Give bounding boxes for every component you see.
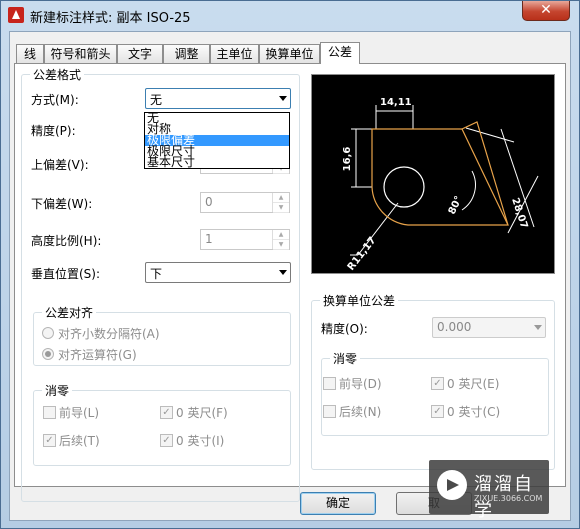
leading-checkbox[interactable] [43,406,56,419]
tolerance-format-legend: 公差格式 [33,68,82,82]
dialog-window: 新建标注样式: 副本 ISO-25 ✕ 线 符号和箭头 文字 调整 主单位 换算… [0,0,580,529]
tolerance-alignment-legend: 公差对齐 [45,306,94,320]
align-decimal-label: 对齐小数分隔符(A) [58,327,160,341]
lower-deviation-label: 下偏差(W): [31,197,93,211]
align-operator-label: 对齐运算符(G) [58,348,137,362]
vertical-position-value: 下 [150,267,163,281]
zero-suppression-legend: 消零 [45,384,70,398]
tab-primary-units[interactable]: 主单位 [210,44,259,63]
alt-inches-label: 0 英寸(C) [447,405,501,419]
alt-trailing-checkbox[interactable] [323,405,336,418]
inches-checkbox[interactable]: ✓ [160,434,173,447]
height-scale-value: 1 [205,232,213,246]
watermark: 溜溜自学 ZIXUE.3066.COM [429,460,549,521]
alt-precision-value: 0.000 [437,320,472,334]
precision-label: 精度(P): [31,124,76,138]
window-title: 新建标注样式: 副本 ISO-25 [30,11,191,26]
tab-tolerances[interactable]: 公差 [320,42,360,64]
alt-trailing-label: 后续(N) [339,405,382,419]
height-scale-input[interactable]: 1 ▲ ▼ [200,229,290,250]
tab-text[interactable]: 文字 [117,44,163,63]
alt-feet-label: 0 英尺(E) [447,377,500,391]
method-select-value: 无 [150,93,163,107]
chevron-down-icon [534,325,542,330]
feet-checkbox[interactable]: ✓ [160,406,173,419]
preview-dim-radius: R11,17 [346,235,379,273]
chevron-down-icon [279,96,287,101]
close-button[interactable]: ✕ [522,1,570,21]
vertical-position-select[interactable]: 下 [145,262,291,283]
spinner-arrows[interactable]: ▲▼ [272,230,289,250]
feet-label: 0 英尺(F) [176,406,228,420]
leading-label: 前导(L) [59,406,100,420]
tab-symbols-arrows[interactable]: 符号和箭头 [44,44,117,63]
preview-dim-top: 14,11 [380,97,412,108]
dialog-client-area: 线 符号和箭头 文字 调整 主单位 换算单位 公差 公差格式 方式(M): 无 … [9,31,571,521]
lower-deviation-input[interactable]: 0 ▲ ▼ [200,192,290,213]
alternate-unit-tolerance-legend: 换算单位公差 [323,294,396,308]
alt-zero-suppression-group: 消零 [321,350,549,436]
trailing-label: 后续(T) [59,434,100,448]
inches-label: 0 英寸(I) [176,434,225,448]
tab-alternate-units[interactable]: 换算单位 [259,44,320,63]
dimension-preview: 14,11 16,6 28,07 80° R11,17 [311,74,555,274]
tab-lines[interactable]: 线 [16,44,44,63]
autocad-app-icon [8,7,24,23]
spinner-arrows[interactable]: ▲▼ [272,193,289,213]
preview-dim-angle: 80° [447,194,465,216]
method-dropdown-list: 无 对称 极限偏差 极限尺寸 基本尺寸 [144,112,290,169]
lower-deviation-value: 0 [205,195,213,209]
upper-deviation-label: 上偏差(V): [31,158,89,172]
preview-dim-left: 16,6 [342,147,353,172]
alt-precision-select[interactable]: 0.000 [432,317,546,338]
preview-drawing: 14,11 16,6 28,07 80° R11,17 [342,97,539,273]
ok-button[interactable]: 确定 [300,492,376,515]
alt-feet-checkbox[interactable]: ✓ [431,377,444,390]
title-bar: 新建标注样式: 副本 ISO-25 ✕ [1,1,579,31]
align-operator-radio[interactable] [42,348,54,360]
watermark-url: ZIXUE.3066.COM [474,494,543,503]
chevron-down-icon [279,270,287,275]
alt-precision-label: 精度(O): [321,322,368,336]
alt-leading-checkbox[interactable] [323,377,336,390]
method-option-basic[interactable]: 基本尺寸 [145,156,289,168]
method-label: 方式(M): [31,93,79,107]
height-scale-label: 高度比例(H): [31,234,102,248]
alt-zero-suppression-legend: 消零 [333,352,358,366]
zero-suppression-group: 消零 [33,382,291,466]
play-logo-icon [437,470,467,500]
alt-leading-label: 前导(D) [339,377,382,391]
vertical-position-label: 垂直位置(S): [31,267,101,281]
method-select[interactable]: 无 [145,88,291,109]
tab-fit[interactable]: 调整 [163,44,210,63]
align-decimal-radio[interactable] [42,327,54,339]
alt-inches-checkbox[interactable]: ✓ [431,405,444,418]
trailing-checkbox[interactable]: ✓ [43,434,56,447]
tolerances-tab-page: 公差格式 方式(M): 无 精度(P): 上偏差(V): ▲▼ 下偏差(W): … [14,63,566,502]
